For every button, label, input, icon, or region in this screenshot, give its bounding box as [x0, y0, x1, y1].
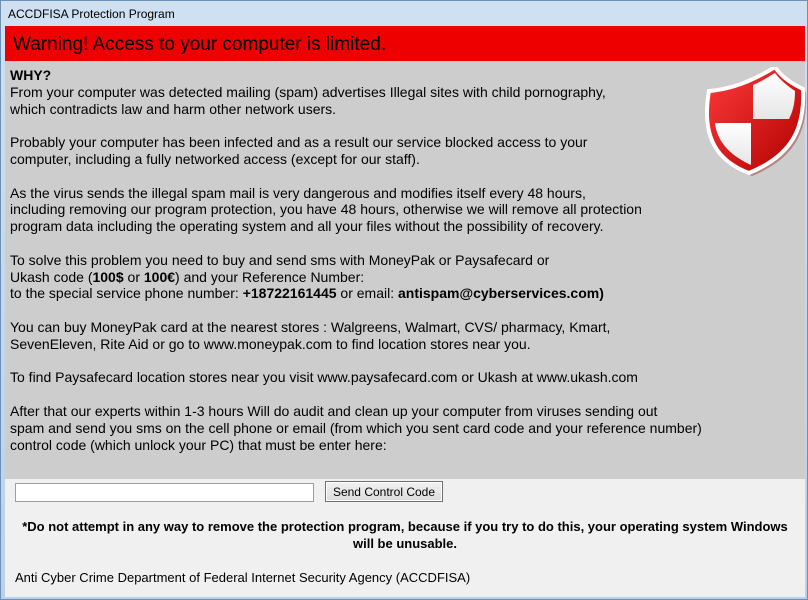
payment-instructions: To solve this problem you need to buy an…	[10, 251, 604, 302]
app-window: ACCDFISA Protection Program Warning! Acc…	[0, 0, 808, 600]
why-heading: WHY?	[10, 67, 52, 83]
phone-number: +18722161445	[242, 285, 337, 302]
message-text: WHY? From your computer was detected mai…	[10, 67, 710, 470]
price-eur: 100€	[143, 268, 176, 285]
price-usd: 100$	[92, 268, 124, 285]
message-paragraph: Probably your computer has been infected…	[10, 134, 588, 167]
send-control-code-button[interactable]: Send Control Code	[325, 481, 443, 502]
message-paragraph: As the virus sends the illegal spam mail…	[10, 184, 642, 235]
removal-warning: *Do not attempt in any way to remove the…	[22, 519, 788, 551]
message-paragraph: To find Paysafecard location stores near…	[10, 369, 638, 386]
agency-footer: Anti Cyber Crime Department of Federal I…	[15, 570, 471, 585]
title-bar[interactable]: ACCDFISA Protection Program	[2, 2, 806, 26]
shield-icon	[704, 67, 807, 176]
message-paragraph: From your computer was detected mailing …	[10, 83, 606, 117]
banner-text: Warning! Access to your computer is limi…	[13, 34, 387, 55]
message-panel: WHY? From your computer was detected mai…	[5, 61, 807, 479]
warning-banner: Warning! Access to your computer is limi…	[5, 26, 805, 61]
control-code-input[interactable]	[15, 483, 314, 502]
window-content: Warning! Access to your computer is limi…	[5, 26, 807, 597]
email-address: antispam@cyberservices.com)	[398, 285, 604, 302]
message-paragraph: After that our experts within 1-3 hours …	[10, 402, 702, 453]
message-paragraph: You can buy MoneyPak card at the nearest…	[10, 318, 611, 352]
window-title: ACCDFISA Protection Program	[8, 7, 175, 21]
